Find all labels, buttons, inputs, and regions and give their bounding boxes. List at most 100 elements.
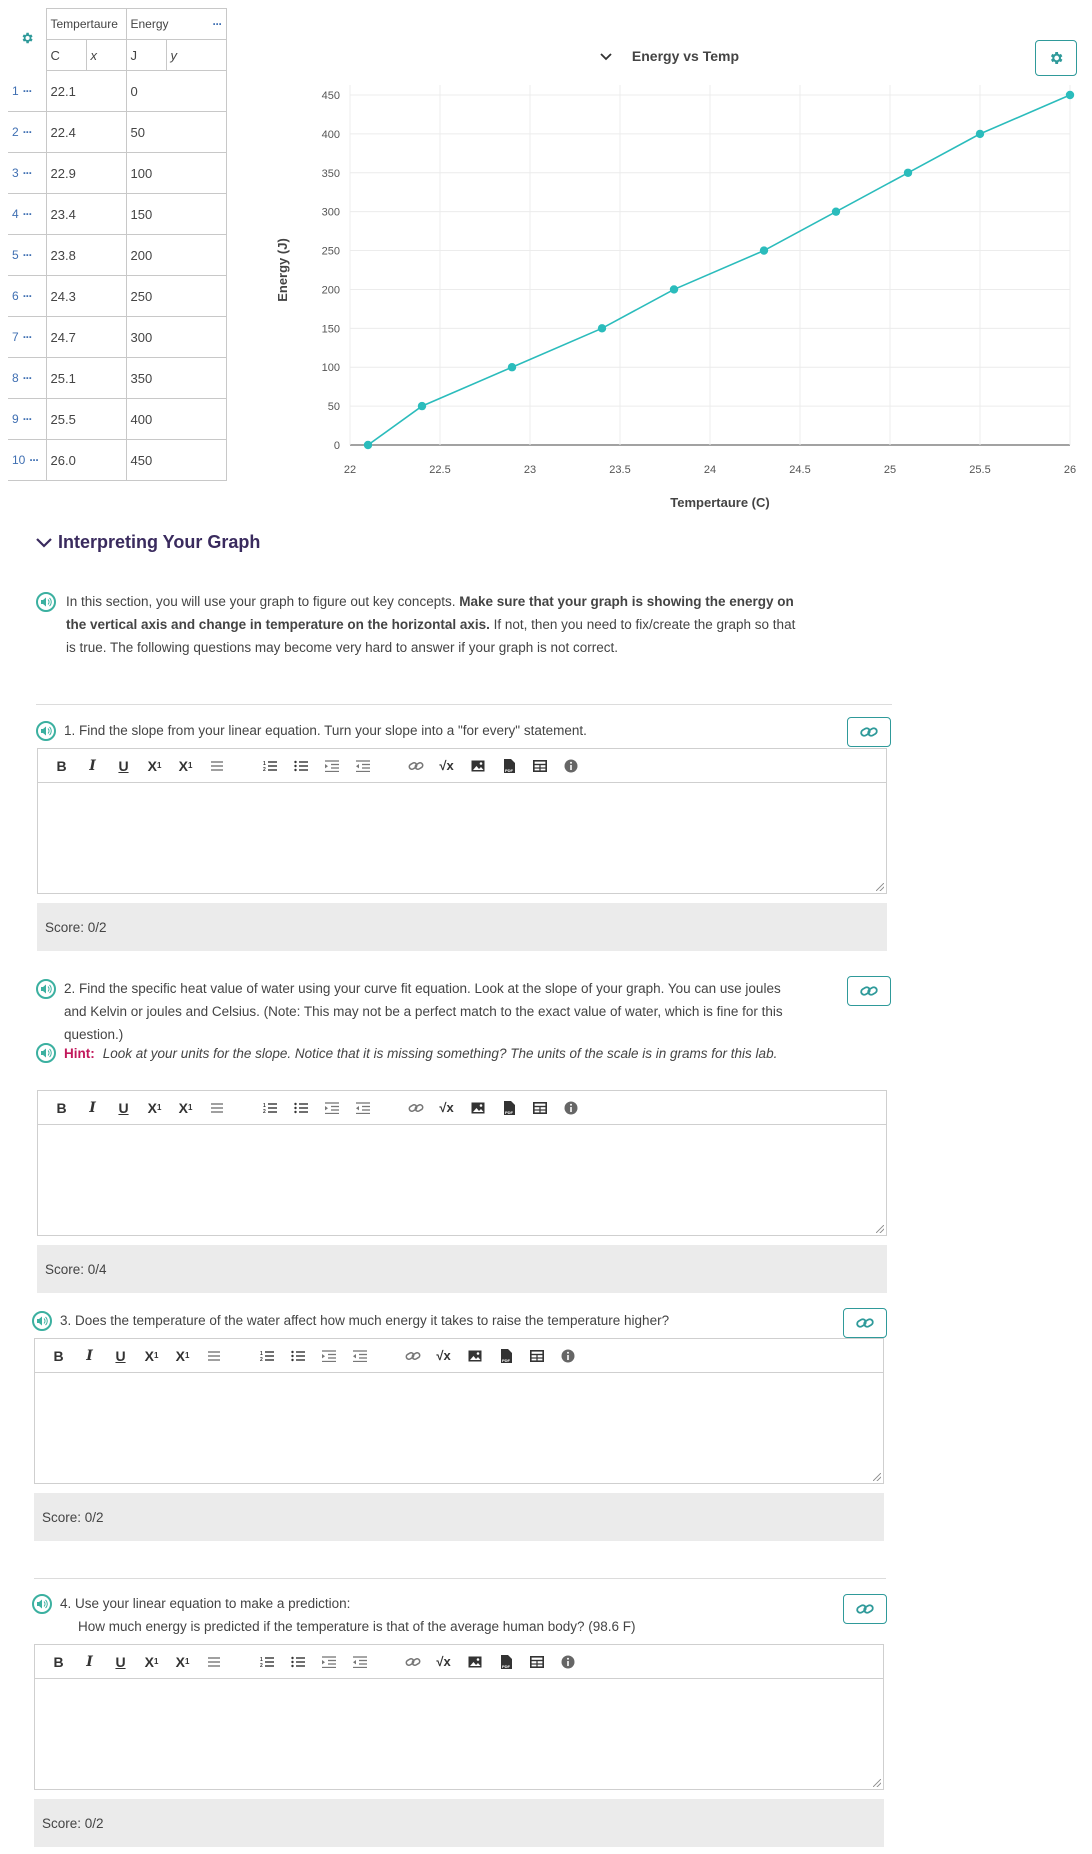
row-options-icon[interactable]: ···: [23, 207, 33, 221]
speaker-icon[interactable]: [36, 979, 56, 999]
indent-icon[interactable]: [313, 1650, 344, 1674]
math-icon[interactable]: √x: [428, 1344, 459, 1368]
table-cell[interactable]: 250: [125, 275, 227, 317]
ordered-list-icon[interactable]: 12: [254, 1096, 285, 1120]
row-options-icon[interactable]: ···: [23, 84, 33, 98]
info-icon[interactable]: [555, 754, 586, 778]
ordered-list-icon[interactable]: 12: [251, 1650, 282, 1674]
underline-icon[interactable]: U: [108, 1096, 139, 1120]
table-cell[interactable]: 350: [125, 357, 227, 399]
link-icon[interactable]: [400, 754, 431, 778]
row-options-icon[interactable]: ···: [23, 330, 33, 344]
data-point[interactable]: [669, 285, 679, 294]
chevron-down-icon[interactable]: [600, 48, 614, 64]
bullet-list-icon[interactable]: [282, 1650, 313, 1674]
table-cell[interactable]: 300: [125, 316, 227, 358]
chevron-down-icon[interactable]: [36, 532, 52, 553]
variable-cell[interactable]: x: [85, 39, 127, 71]
image-icon[interactable]: [462, 754, 493, 778]
row-number[interactable]: 7 ···: [8, 316, 46, 358]
bullet-list-icon[interactable]: [285, 1096, 316, 1120]
superscript-icon[interactable]: X1: [170, 1096, 201, 1120]
row-options-icon[interactable]: ···: [23, 289, 33, 303]
unit-cell[interactable]: C: [45, 39, 87, 71]
bullet-list-icon[interactable]: [282, 1344, 313, 1368]
resize-handle[interactable]: [873, 1779, 881, 1787]
table-cell[interactable]: 26.0: [45, 439, 127, 481]
table-cell[interactable]: 22.1: [45, 70, 127, 112]
info-icon[interactable]: [555, 1096, 586, 1120]
underline-icon[interactable]: U: [108, 754, 139, 778]
pdf-icon[interactable]: PDF: [493, 754, 524, 778]
resize-handle[interactable]: [873, 1473, 881, 1481]
row-number[interactable]: 3 ···: [8, 152, 46, 194]
table-cell[interactable]: 25.1: [45, 357, 127, 399]
column-header-energy[interactable]: Energy ···: [125, 8, 227, 40]
table-settings-cell[interactable]: [8, 8, 47, 71]
table-icon[interactable]: [521, 1650, 552, 1674]
table-cell[interactable]: 450: [125, 439, 227, 481]
row-number[interactable]: 2 ···: [8, 111, 46, 153]
superscript-icon[interactable]: X1: [167, 1650, 198, 1674]
link-button[interactable]: [847, 717, 891, 747]
pdf-icon[interactable]: PDF: [490, 1344, 521, 1368]
ordered-list-icon[interactable]: 12: [251, 1344, 282, 1368]
answer-textarea[interactable]: [37, 782, 887, 894]
energy-temp-chart[interactable]: 0 50 100 150 200 250 300 350 400 450 22 22.5 23 23.5 2…: [270, 70, 1080, 520]
align-icon[interactable]: [198, 1650, 229, 1674]
bold-icon[interactable]: B: [43, 1650, 74, 1674]
bold-icon[interactable]: B: [46, 754, 77, 778]
answer-textarea[interactable]: [37, 1124, 887, 1236]
row-options-icon[interactable]: ···: [23, 412, 33, 426]
table-cell[interactable]: 0: [125, 70, 227, 112]
image-icon[interactable]: [459, 1650, 490, 1674]
bullet-list-icon[interactable]: [285, 754, 316, 778]
table-cell[interactable]: 23.4: [45, 193, 127, 235]
speaker-icon[interactable]: [36, 1043, 56, 1063]
subscript-icon[interactable]: X1: [139, 1096, 170, 1120]
row-number[interactable]: 4 ···: [8, 193, 46, 235]
subscript-icon[interactable]: X1: [139, 754, 170, 778]
table-cell[interactable]: 150: [125, 193, 227, 235]
resize-handle[interactable]: [876, 1225, 884, 1233]
row-number[interactable]: 10 ···: [8, 439, 46, 481]
answer-textarea[interactable]: [34, 1372, 884, 1484]
info-icon[interactable]: [552, 1650, 583, 1674]
pdf-icon[interactable]: PDF: [490, 1650, 521, 1674]
outdent-icon[interactable]: [344, 1650, 375, 1674]
superscript-icon[interactable]: X1: [170, 754, 201, 778]
data-point[interactable]: [975, 129, 985, 139]
data-point[interactable]: [1065, 90, 1075, 100]
table-cell[interactable]: 25.5: [45, 398, 127, 440]
speaker-icon[interactable]: [32, 1311, 52, 1331]
superscript-icon[interactable]: X1: [167, 1344, 198, 1368]
speaker-icon[interactable]: [32, 1594, 52, 1614]
underline-icon[interactable]: U: [105, 1344, 136, 1368]
table-cell[interactable]: 24.3: [45, 275, 127, 317]
link-button[interactable]: [847, 976, 891, 1006]
bold-icon[interactable]: B: [43, 1344, 74, 1368]
data-point[interactable]: [831, 207, 841, 216]
italic-icon[interactable]: I: [74, 1650, 105, 1674]
variable-cell[interactable]: y: [165, 39, 227, 71]
row-number[interactable]: 9 ···: [8, 398, 46, 440]
indent-icon[interactable]: [313, 1344, 344, 1368]
table-icon[interactable]: [521, 1344, 552, 1368]
row-options-icon[interactable]: ···: [23, 248, 33, 262]
table-cell[interactable]: 400: [125, 398, 227, 440]
data-point[interactable]: [417, 401, 427, 411]
row-options-icon[interactable]: ···: [23, 166, 33, 180]
row-number[interactable]: 6 ···: [8, 275, 46, 317]
indent-icon[interactable]: [316, 1096, 347, 1120]
row-number[interactable]: 5 ···: [8, 234, 46, 276]
math-icon[interactable]: √x: [428, 1650, 459, 1674]
section-heading[interactable]: Interpreting Your Graph: [36, 532, 260, 553]
info-icon[interactable]: [552, 1344, 583, 1368]
table-icon[interactable]: [524, 754, 555, 778]
outdent-icon[interactable]: [347, 1096, 378, 1120]
data-point[interactable]: [363, 440, 373, 450]
link-button[interactable]: [843, 1308, 887, 1338]
data-point[interactable]: [759, 246, 769, 255]
link-icon[interactable]: [397, 1344, 428, 1368]
align-icon[interactable]: [201, 1096, 232, 1120]
